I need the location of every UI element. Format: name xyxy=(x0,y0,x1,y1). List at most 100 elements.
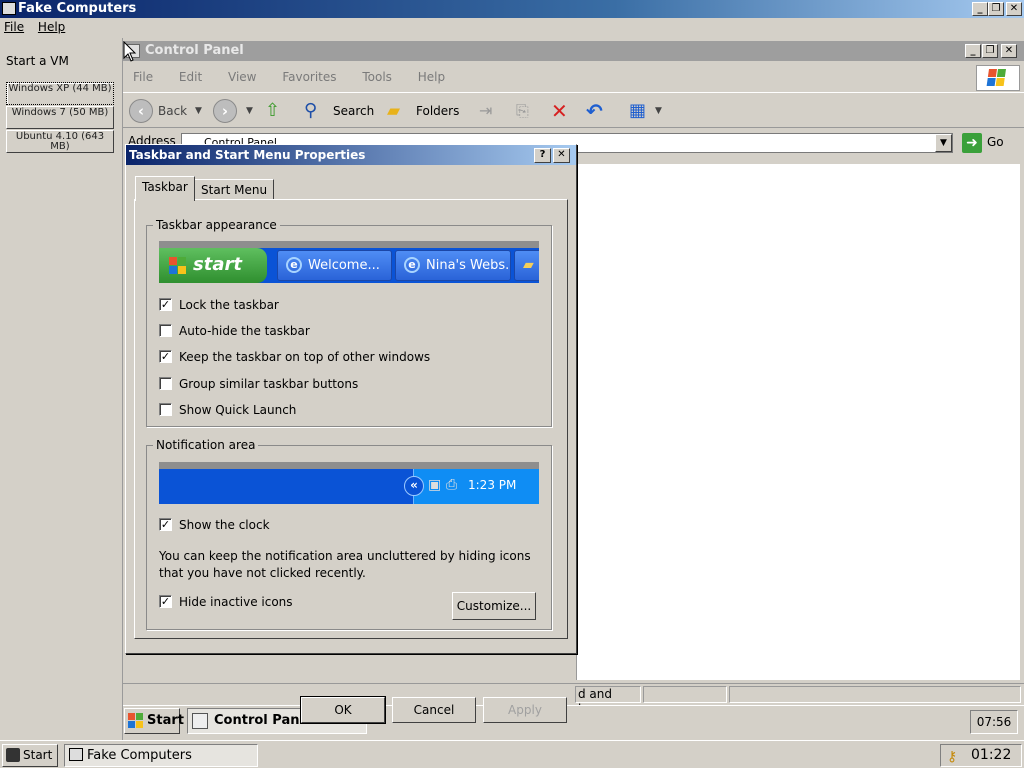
folders-button-label[interactable]: Folders xyxy=(416,100,459,124)
back-button-label[interactable]: Back xyxy=(158,100,187,124)
status-cell xyxy=(643,686,727,703)
key-icon: ⚷ xyxy=(947,749,958,765)
control-panel-menu-bar: File Edit View Favorites Tools Help xyxy=(123,66,1024,88)
tab-taskbar[interactable]: Taskbar xyxy=(135,176,195,201)
control-panel-title-bar: Control Panel _ ❐ ✕ xyxy=(123,41,1024,61)
checkbox-box[interactable]: ✓ xyxy=(159,298,172,311)
control-panel-title: Control Panel xyxy=(145,43,244,58)
dialog-title-bar: Taskbar and Start Menu Properties ? ✕ xyxy=(126,145,576,165)
preview-start-button: start xyxy=(159,248,267,283)
vm-screen[interactable]: Control Panel _ ❐ ✕ File Edit View Favor… xyxy=(123,38,1024,740)
checkbox-box[interactable]: ✓ xyxy=(159,595,172,608)
group-buttons-checkbox[interactable]: Group similar taskbar buttons xyxy=(159,377,358,391)
quick-launch-checkbox[interactable]: Show Quick Launch xyxy=(159,403,296,417)
maximize-button[interactable]: ❐ xyxy=(988,2,1004,16)
cp-menu-favorites[interactable]: Favorites xyxy=(282,70,336,84)
customize-button[interactable]: Customize... xyxy=(452,592,536,620)
search-button-label[interactable]: Search xyxy=(333,100,374,124)
show-clock-checkbox[interactable]: ✓ Show the clock xyxy=(159,518,270,532)
notification-description: You can keep the notification area unclu… xyxy=(159,549,531,580)
checkbox-box[interactable] xyxy=(159,324,172,337)
preview-task-label: Welcome... xyxy=(308,258,380,273)
search-icon[interactable]: ⚲ xyxy=(304,100,317,124)
folders-icon[interactable]: ▰ xyxy=(387,100,400,124)
dialog-close-button[interactable]: ✕ xyxy=(553,148,570,163)
cp-minimize-button[interactable]: _ xyxy=(965,44,981,58)
views-dropdown-icon[interactable]: ▼ xyxy=(655,100,662,124)
checkbox-box[interactable] xyxy=(159,377,172,390)
ok-button[interactable]: OK xyxy=(301,697,385,723)
address-dropdown-icon[interactable]: ▼ xyxy=(935,134,952,152)
status-cell xyxy=(729,686,1021,703)
preview-task-folder: ▰ xyxy=(514,250,539,281)
auto-hide-checkbox[interactable]: Auto-hide the taskbar xyxy=(159,324,310,338)
preview-clock: 1:23 PM xyxy=(468,478,517,492)
vm-button-windows-7[interactable]: Windows 7 (50 MB) xyxy=(6,106,114,129)
minimize-button[interactable]: _ xyxy=(972,2,988,16)
back-arrow-icon[interactable]: ‹ xyxy=(129,99,153,123)
forward-dropdown-icon[interactable]: ▼ xyxy=(246,100,253,124)
control-panel-icon xyxy=(192,713,208,729)
show-hidden-icons-icon: « xyxy=(404,476,424,496)
folder-icon: ▰ xyxy=(523,257,534,273)
host-clock: 01:22 xyxy=(971,747,1012,763)
cp-menu-help[interactable]: Help xyxy=(418,70,445,84)
cancel-button[interactable]: Cancel xyxy=(392,697,476,723)
delete-icon[interactable]: ✕ xyxy=(551,100,568,124)
undo-icon[interactable]: ↶ xyxy=(586,100,603,124)
task-label: Fake Computers xyxy=(87,748,192,763)
ie-icon: e xyxy=(404,257,420,273)
back-dropdown-icon[interactable]: ▼ xyxy=(195,100,202,124)
appearance-legend: Taskbar appearance xyxy=(153,217,280,233)
lock-taskbar-checkbox[interactable]: ✓ Lock the taskbar xyxy=(159,298,279,312)
cp-menu-tools[interactable]: Tools xyxy=(362,70,392,84)
control-panel-toolbar: ‹ Back ▼ › ▼ ⇧ ⚲ Search ▰ Folders ⇥ ⎘ ✕ … xyxy=(123,92,1024,128)
dialog-title: Taskbar and Start Menu Properties xyxy=(129,148,366,162)
help-button[interactable]: ? xyxy=(534,148,551,163)
cp-menu-file[interactable]: File xyxy=(133,70,153,84)
menu-file[interactable]: File xyxy=(4,20,24,34)
keep-on-top-checkbox[interactable]: ✓ Keep the taskbar on top of other window… xyxy=(159,350,430,364)
cp-close-button[interactable]: ✕ xyxy=(1001,44,1017,58)
checkbox-box[interactable] xyxy=(159,403,172,416)
forward-arrow-icon[interactable]: › xyxy=(213,99,237,123)
checkbox-label: Keep the taskbar on top of other windows xyxy=(179,350,431,364)
hide-inactive-checkbox[interactable]: ✓ Hide inactive icons xyxy=(159,595,293,609)
preview-task-ninas-webs: e Nina's Webs... xyxy=(395,250,511,281)
mouse-cursor-icon xyxy=(123,41,137,62)
go-arrow-icon[interactable]: ➜ xyxy=(962,133,982,153)
taskbar-properties-dialog: Taskbar and Start Menu Properties ? ✕ Ta… xyxy=(125,144,577,723)
menu-help[interactable]: Help xyxy=(38,20,65,34)
taskbar-appearance-group: Taskbar appearance start e Welcome... e … xyxy=(146,217,552,427)
move-to-icon[interactable]: ⇥ xyxy=(479,100,492,124)
preview-tray: « ▣ ⎙ 1:23 PM xyxy=(404,469,539,504)
up-folder-icon[interactable]: ⇧ xyxy=(265,100,280,124)
cp-menu-edit[interactable]: Edit xyxy=(179,70,202,84)
apply-button[interactable]: Apply xyxy=(483,697,567,723)
vm-button-ubuntu[interactable]: Ubuntu 4.10 (643 MB) xyxy=(6,130,114,153)
guest-start-button[interactable]: Start xyxy=(124,708,184,734)
close-button[interactable]: ✕ xyxy=(1006,2,1022,16)
windows-flag-icon xyxy=(169,257,186,274)
vm-button-windows-xp[interactable]: Windows XP (44 MB) xyxy=(6,82,114,105)
guest-start-label: Start xyxy=(147,713,184,728)
network-icon: ▣ xyxy=(428,477,442,493)
tab-panel: Taskbar appearance start e Welcome... e … xyxy=(134,199,568,639)
host-start-button[interactable]: Start xyxy=(2,744,58,767)
go-button-label[interactable]: Go xyxy=(987,135,1004,149)
copy-to-icon[interactable]: ⎘ xyxy=(516,100,529,124)
notification-legend: Notification area xyxy=(153,437,259,453)
host-taskbar: Start Fake Computers ⚷ 01:22 xyxy=(0,740,1024,768)
host-title: Fake Computers xyxy=(18,1,137,16)
guest-clock: 07:56 xyxy=(970,710,1018,734)
checkbox-box[interactable]: ✓ xyxy=(159,350,172,363)
tab-start-menu[interactable]: Start Menu xyxy=(194,179,275,200)
views-icon[interactable]: ▦ xyxy=(629,100,646,124)
host-title-bar: Fake Computers _ ❐ ✕ xyxy=(0,0,1024,18)
checkbox-label: Group similar taskbar buttons xyxy=(179,377,359,391)
cp-maximize-button[interactable]: ❐ xyxy=(982,44,998,58)
cp-menu-view[interactable]: View xyxy=(228,70,256,84)
taskbar-task-fake-computers[interactable]: Fake Computers xyxy=(64,744,258,767)
guest-taskbar: Start Control Panel 07:56 xyxy=(123,705,1024,740)
checkbox-box[interactable]: ✓ xyxy=(159,518,172,531)
